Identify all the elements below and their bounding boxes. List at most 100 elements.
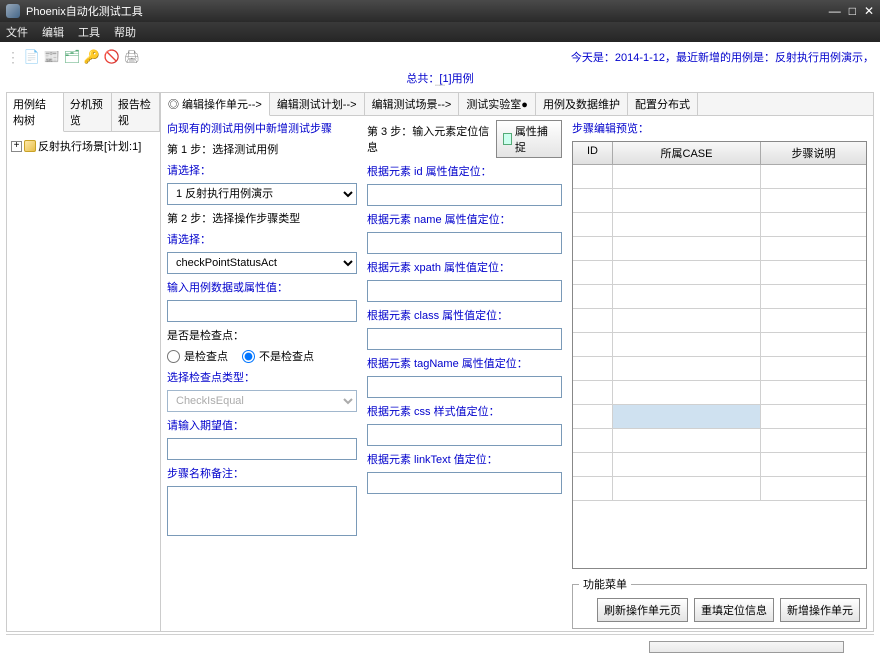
expected-label: 请输入期望值：	[167, 417, 357, 433]
toolbar-icon-6[interactable]: 🖨	[124, 49, 140, 65]
tree-expander-icon[interactable]: +	[11, 141, 22, 152]
menu-help[interactable]: 帮助	[114, 24, 136, 40]
toolbar-icon-5[interactable]: 🚫	[104, 49, 120, 65]
toolbar-grip: ⋮	[6, 49, 20, 66]
please-select-2: 请选择：	[167, 231, 357, 247]
refresh-button[interactable]: 刷新操作单元页	[597, 598, 688, 622]
tab-edit-unit[interactable]: ◎ 编辑操作单元-->	[161, 93, 270, 116]
is-checkpoint-label: 是否是检查点：	[167, 327, 357, 343]
loc-xpath-label: 根据元素 xpath 属性值定位：	[367, 259, 562, 275]
toolbar: ⋮ 📄 📰 🗂 🔑 🚫 🖨 今天是：2014-1-12，最近新增的用例是：反射执…	[6, 46, 874, 68]
table-row	[573, 309, 866, 333]
func-legend: 功能菜单	[579, 576, 631, 592]
add-button[interactable]: 新增操作单元	[780, 598, 860, 622]
form-column-1: 向现有的测试用例中新增测试步骤 第 1 步：选择测试用例 请选择： 1 反射执行…	[167, 120, 357, 629]
table-row	[573, 165, 866, 189]
table-row	[573, 453, 866, 477]
doc-icon	[503, 133, 512, 145]
radio-checkpoint-yes[interactable]: 是检查点	[167, 348, 228, 364]
table-row	[573, 477, 866, 501]
loc-tagname-field[interactable]	[367, 376, 562, 398]
action-select[interactable]: checkPointStatusAct	[167, 252, 357, 274]
minimize-button[interactable]: —	[829, 4, 841, 18]
toolbar-icon-4[interactable]: 🔑	[84, 49, 100, 65]
summary-bar: 总共：[1]用例 ┉┉	[6, 70, 874, 88]
checkpoint-type-select[interactable]: CheckIsEqual	[167, 390, 357, 412]
table-row	[573, 237, 866, 261]
loc-css-label: 根据元素 css 样式值定位：	[367, 403, 562, 419]
step2-label: 第 2 步：选择操作步骤类型	[167, 210, 357, 226]
please-select-1: 请选择：	[167, 162, 357, 178]
form-column-3: 步骤编辑预览： ID 所属CASE 步骤说明	[572, 120, 867, 629]
left-tab-tree[interactable]: 用例结构树	[7, 93, 64, 132]
left-tabstrip: 用例结构树 分机预览 报告检视	[7, 93, 160, 132]
menu-file[interactable]: 文件	[6, 24, 28, 40]
loc-tagname-label: 根据元素 tagName 属性值定位：	[367, 355, 562, 371]
table-row	[573, 333, 866, 357]
table-body[interactable]	[573, 165, 866, 568]
statusbar	[6, 634, 874, 658]
toolbar-icon-2[interactable]: 📰	[44, 49, 60, 65]
capture-button[interactable]: 属性捕捉	[496, 120, 562, 158]
window-title: Phoenix自动化测试工具	[26, 3, 821, 19]
table-row	[573, 213, 866, 237]
loc-name-label: 根据元素 name 属性值定位：	[367, 211, 562, 227]
loc-css-field[interactable]	[367, 424, 562, 446]
table-row	[573, 429, 866, 453]
tree-row[interactable]: + 反射执行场景[计划:1]	[11, 138, 156, 154]
tab-distributed[interactable]: 配置分布式	[628, 93, 698, 115]
right-tabstrip: ◎ 编辑操作单元--> 编辑测试计划--> 编辑测试场景--> 测试实验室● 用…	[161, 93, 873, 116]
loc-id-label: 根据元素 id 属性值定位：	[367, 163, 562, 179]
menu-edit[interactable]: 编辑	[42, 24, 64, 40]
splitter-grip-top[interactable]: ┉┉	[435, 81, 445, 90]
th-desc[interactable]: 步骤说明	[761, 142, 866, 164]
func-fieldset: 功能菜单 刷新操作单元页 重填定位信息 新增操作单元	[572, 576, 867, 629]
status-today: 今天是：2014-1-12，最近新增的用例是：反射执行用例演示，	[571, 49, 874, 65]
close-button[interactable]: ✕	[864, 4, 874, 18]
usecase-tree[interactable]: + 反射执行场景[计划:1]	[7, 132, 160, 631]
input-data-field[interactable]	[167, 300, 357, 322]
table-row	[573, 285, 866, 309]
loc-id-field[interactable]	[367, 184, 562, 206]
right-pane: ◎ 编辑操作单元--> 编辑测试计划--> 编辑测试场景--> 测试实验室● 用…	[161, 92, 874, 632]
table-row	[573, 189, 866, 213]
remark-label: 步骤名称备注：	[167, 465, 357, 481]
expected-field[interactable]	[167, 438, 357, 460]
step1-label: 第 1 步：选择测试用例	[167, 141, 357, 157]
tree-item-label: 反射执行场景[计划:1]	[38, 138, 141, 154]
table-row	[573, 261, 866, 285]
tab-edit-scene[interactable]: 编辑测试场景-->	[365, 93, 460, 115]
tab-data-maint[interactable]: 用例及数据维护	[536, 93, 628, 115]
menu-bar: 文件 编辑 工具 帮助	[0, 22, 880, 42]
left-tab-report[interactable]: 报告检视	[112, 93, 160, 131]
preview-label: 步骤编辑预览：	[572, 120, 867, 136]
loc-class-field[interactable]	[367, 328, 562, 350]
left-pane: 用例结构树 分机预览 报告检视 + 反射执行场景[计划:1]	[6, 92, 161, 632]
th-id[interactable]: ID	[573, 142, 613, 164]
folder-icon	[24, 140, 36, 152]
loc-name-field[interactable]	[367, 232, 562, 254]
table-row	[573, 405, 866, 429]
remark-textarea[interactable]	[167, 486, 357, 536]
left-tab-preview[interactable]: 分机预览	[64, 93, 112, 131]
input-data-label: 输入用例数据或属性值：	[167, 279, 357, 295]
usecase-select[interactable]: 1 反射执行用例演示	[167, 183, 357, 205]
progress-bar	[649, 641, 844, 653]
tab-edit-plan[interactable]: 编辑测试计划-->	[270, 93, 365, 115]
loc-linktext-field[interactable]	[367, 472, 562, 494]
menu-tools[interactable]: 工具	[78, 24, 100, 40]
th-case[interactable]: 所属CASE	[613, 142, 761, 164]
loc-xpath-field[interactable]	[367, 280, 562, 302]
maximize-button[interactable]: □	[849, 4, 856, 18]
reset-button[interactable]: 重填定位信息	[694, 598, 774, 622]
loc-linktext-label: 根据元素 linkText 值定位：	[367, 451, 562, 467]
toolbar-icon-3[interactable]: 🗂	[64, 49, 80, 65]
table-row	[573, 357, 866, 381]
table-row	[573, 381, 866, 405]
tab-lab[interactable]: 测试实验室●	[459, 93, 536, 115]
radio-checkpoint-no[interactable]: 不是检查点	[242, 348, 314, 364]
loc-class-label: 根据元素 class 属性值定位：	[367, 307, 562, 323]
toolbar-icon-1[interactable]: 📄	[24, 49, 40, 65]
preview-table: ID 所属CASE 步骤说明	[572, 141, 867, 569]
form-heading: 向现有的测试用例中新增测试步骤	[167, 120, 357, 136]
